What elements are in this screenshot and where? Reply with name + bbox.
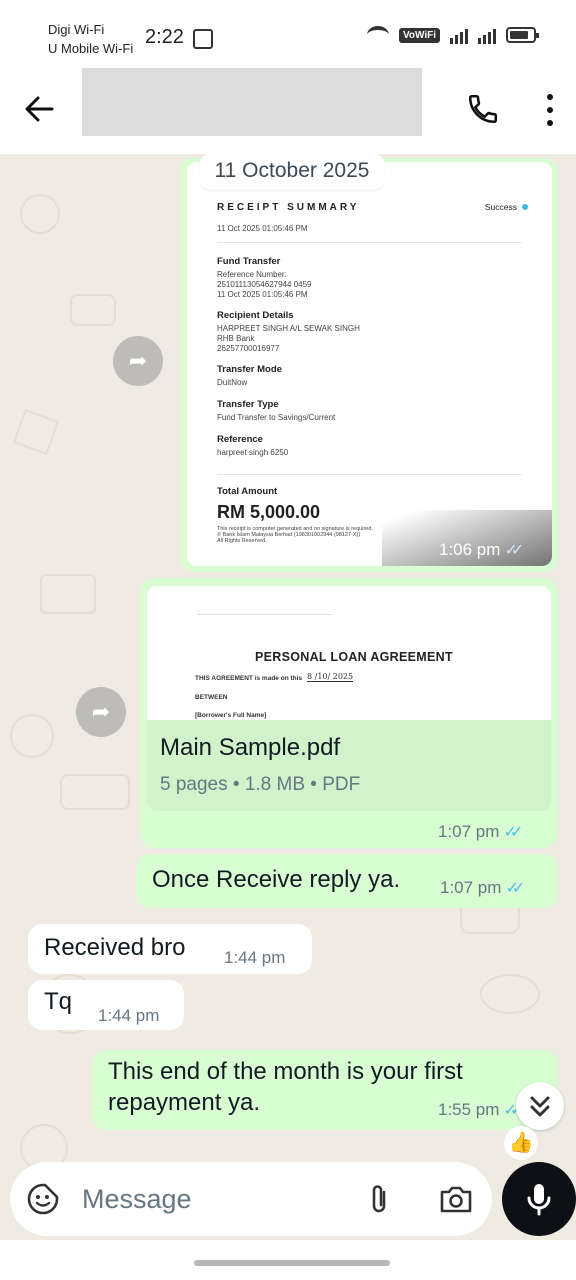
pdf-file-name: Main Sample.pdf (160, 734, 341, 761)
read-ticks-icon: ✓✓ (505, 880, 525, 897)
scroll-down-button[interactable] (516, 1082, 564, 1130)
status-dot-icon (522, 204, 528, 210)
pdf-card[interactable]: —————————————————————————————— PERSONAL … (147, 586, 551, 811)
system-nav-bar (0, 1240, 576, 1280)
pdf-time: 1:07 pm ✓✓ (438, 822, 523, 841)
receipt-status: Success (485, 202, 528, 212)
reference-number-label: Reference Number: (217, 270, 287, 279)
reference-value: harpreet singh 6250 (217, 448, 289, 457)
pdf-preview-borrower: [Borrower's Full Name] (195, 712, 267, 719)
pdf-file-meta: 5 pages • 1.8 MB • PDF (160, 774, 361, 795)
camera-icon[interactable] (438, 1182, 474, 1216)
date-separator: 11 October 2025 (200, 154, 384, 190)
pdf-preview-date: 8 /10/ 2025 (307, 672, 354, 682)
more-vertical-icon[interactable] (538, 94, 562, 126)
transfer-type-label: Transfer Type (217, 399, 279, 410)
recipient-label: Recipient Details (217, 310, 294, 321)
transfer-mode-label: Transfer Mode (217, 364, 282, 375)
message-text: Once Receive reply ya. (152, 866, 401, 893)
phone-icon[interactable] (466, 92, 500, 126)
read-ticks-icon: ✓✓ (503, 824, 523, 841)
receipt-image[interactable]: RECEIPT SUMMARY Success 11 Oct 2025 01:0… (187, 162, 552, 566)
transfer-type: Fund Transfer to Savings/Current (217, 413, 336, 422)
reference-number: 25101113054627944 0459 (217, 280, 312, 289)
message-bubble-in[interactable]: Received bro 1:44 pm (28, 924, 312, 974)
mic-icon[interactable] (502, 1162, 576, 1236)
pdf-preview-header: —————————————————————————————— (197, 612, 332, 617)
status-bar: Digi Wi-Fi U Mobile Wi-Fi 2:22 VoWiFi (0, 0, 576, 68)
forward-icon[interactable]: ➦ (76, 687, 126, 737)
message-input[interactable] (82, 1162, 352, 1236)
chat-header (0, 68, 576, 154)
receipt-timestamp: 11 Oct 2025 01:05:46 PM (217, 224, 308, 233)
read-ticks-icon: ✓✓ (504, 542, 524, 559)
reference-label: Reference (217, 434, 263, 445)
pdf-preview-between: BETWEEN (195, 694, 228, 701)
message-bubble-out[interactable]: Once Receive reply ya. 1:07 pm ✓✓ (136, 854, 558, 908)
receipt-title: RECEIPT SUMMARY (217, 202, 360, 213)
message-time: 1:44 pm (224, 948, 286, 967)
carrier-info: Digi Wi-Fi U Mobile Wi-Fi (48, 20, 133, 58)
double-chevron-down-icon (530, 1096, 550, 1117)
total-amount-label: Total Amount (217, 486, 278, 497)
recipient-account: 26257700016977 (217, 344, 280, 353)
total-amount: RM 5,000.00 (217, 502, 321, 522)
message-bubble-in[interactable]: Tq 1:44 pm (28, 980, 184, 1030)
pdf-preview-heading: PERSONAL LOAN AGREEMENT (255, 650, 453, 664)
receipt-time: 1:06 pm ✓✓ (439, 540, 524, 559)
signal-icon-2 (478, 26, 496, 44)
fund-transfer-label: Fund Transfer (217, 256, 281, 267)
message-text: Tq (44, 988, 73, 1015)
transfer-mode: DuitNow (217, 378, 248, 387)
message-composer (10, 1162, 492, 1236)
carrier-line-1: Digi Wi-Fi (48, 22, 105, 37)
message-time: 1:55 pm ✓✓ (438, 1100, 523, 1119)
thumbs-up-reaction[interactable]: 👍 (504, 1126, 538, 1160)
chat-area[interactable]: RECEIPT SUMMARY Success 11 Oct 2025 01:0… (0, 154, 576, 1240)
vowifi-badge: VoWiFi (398, 27, 440, 43)
home-gesture-handle[interactable] (194, 1260, 390, 1266)
pdf-preview[interactable]: —————————————————————————————— PERSONAL … (147, 586, 551, 720)
paperclip-icon[interactable] (364, 1182, 396, 1216)
forward-icon[interactable]: ➦ (113, 336, 163, 386)
message-time: 1:44 pm (98, 1006, 160, 1025)
battery-icon (506, 27, 539, 43)
arrow-left-icon[interactable] (22, 92, 56, 126)
message-bubble-out[interactable]: This end of the month is your first repa… (92, 1050, 558, 1130)
wifi-icon (366, 26, 389, 44)
status-time: 2:22 (145, 26, 184, 48)
recipient-name: HARPREET SINGH A/L SEWAK SINGH (217, 324, 360, 333)
notification-icon (193, 29, 213, 49)
message-time: 1:07 pm ✓✓ (440, 878, 525, 897)
reference-datetime: 11 Oct 2025 01:05:46 PM (217, 290, 308, 299)
read-ticks-icon: ✓✓ (503, 1102, 523, 1119)
contact-name-redacted[interactable] (82, 68, 422, 136)
status-icons: VoWiFi (366, 26, 539, 44)
signal-icon-1 (450, 26, 468, 44)
sticker-icon[interactable] (26, 1182, 60, 1216)
receipt-footer-3: All Rights Reserved. (217, 538, 267, 544)
recipient-bank: RHB Bank (217, 334, 255, 343)
carrier-line-2: U Mobile Wi-Fi (48, 41, 134, 56)
pdf-preview-line-1: THIS AGREEMENT is made on this (195, 675, 303, 682)
message-text: Received bro (44, 934, 186, 961)
